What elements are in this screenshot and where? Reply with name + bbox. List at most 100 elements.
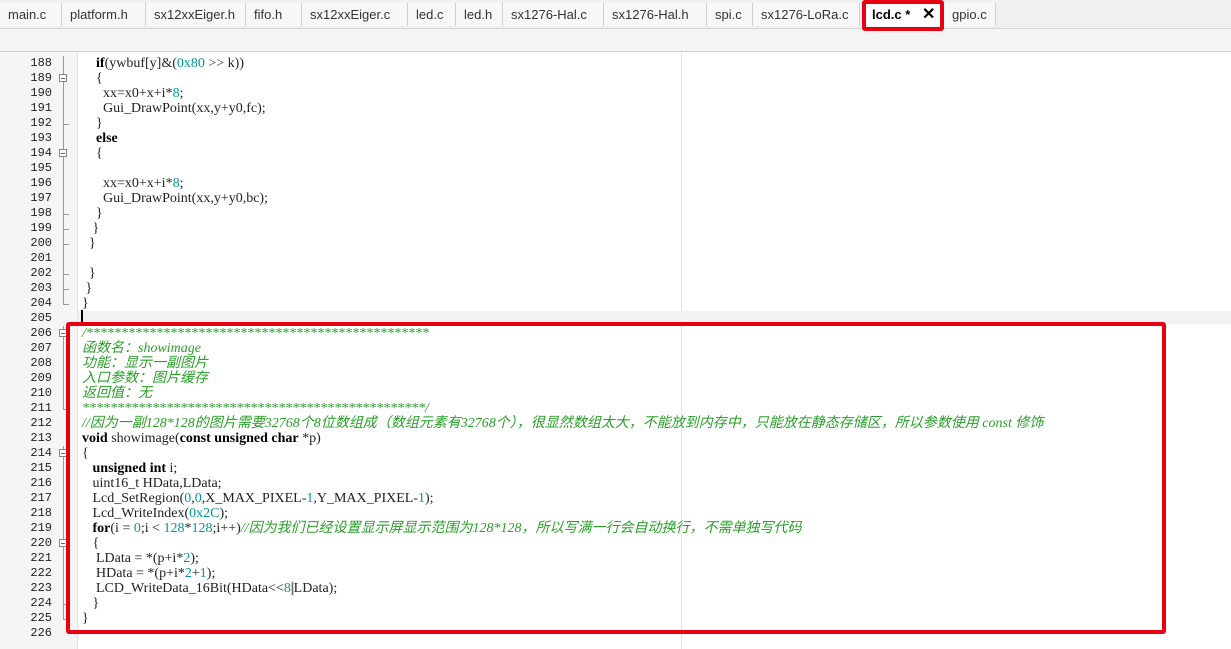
fold-toggle-icon[interactable]	[59, 149, 67, 157]
code-line[interactable]: Gui_DrawPoint(xx,y+y0,bc);	[82, 191, 268, 206]
tab-label: sx1276-Hal.h	[612, 7, 689, 22]
fold-toggle-icon[interactable]	[59, 539, 67, 547]
fold-toggle-icon[interactable]	[59, 329, 67, 337]
line-number: 189	[30, 71, 52, 85]
code-line[interactable]: }	[82, 116, 103, 131]
code-line[interactable]: if(ywbuf[y]&(0x80 >> k))	[82, 56, 244, 71]
tab-platform-h[interactable]: platform.h	[62, 3, 146, 26]
code-token: ;	[179, 86, 184, 101]
line-number: 201	[30, 251, 52, 265]
code-token: {	[82, 446, 89, 461]
code-line[interactable]: }	[82, 296, 89, 311]
tab-sx12xxeiger-h[interactable]: sx12xxEiger.h	[146, 3, 246, 26]
code-token: 1	[417, 491, 425, 506]
tab-led-h[interactable]: led.h	[456, 3, 503, 26]
code-line[interactable]: uint16_t HData,LData;	[82, 476, 222, 491]
fold-end-marker	[63, 229, 69, 230]
code-line[interactable]: {	[82, 146, 103, 161]
tab-spi-c[interactable]: spi.c	[707, 3, 753, 26]
code-token: 功能：显示一副图片	[82, 356, 208, 371]
code-token: +	[191, 566, 200, 581]
code-token: Lcd_WriteIndex(	[82, 506, 190, 521]
code-line[interactable]: unsigned int i;	[82, 461, 178, 476]
line-number: 215	[30, 461, 52, 475]
code-token: }	[82, 266, 96, 281]
fold-guide-line	[63, 446, 64, 619]
code-line[interactable]: xx=x0+x+i*8;	[82, 86, 183, 101]
code-line[interactable]: }	[82, 206, 103, 221]
code-token: 8	[283, 581, 291, 596]
code-line[interactable]: }	[82, 221, 100, 236]
code-line[interactable]: {	[82, 536, 100, 551]
fold-toggle-icon[interactable]	[59, 449, 67, 457]
code-token: *p)	[298, 431, 321, 446]
tab-label: lcd.c *	[872, 7, 911, 22]
line-number: 222	[30, 566, 52, 580]
code-line[interactable]: }	[82, 596, 100, 611]
tab-gpio-c[interactable]: gpio.c	[944, 3, 996, 26]
line-number: 194	[30, 146, 52, 160]
code-token: ,Y_MAX_PIXEL-	[313, 491, 418, 506]
code-line[interactable]: LCD_WriteData_16Bit(HData<<8|LData);	[82, 581, 337, 596]
code-line[interactable]: Lcd_WriteIndex(0x2C);	[82, 506, 229, 521]
code-line[interactable]: else	[82, 131, 118, 146]
code-line[interactable]: {	[82, 71, 103, 86]
code-token: ;i <	[140, 521, 164, 536]
code-token: }	[82, 236, 96, 251]
code-line[interactable]: }	[82, 236, 96, 251]
code-line[interactable]: ****************************************…	[82, 401, 429, 416]
code-line[interactable]: HData = *(p+i*2+1);	[82, 566, 215, 581]
fold-end-marker	[63, 274, 69, 275]
tab-label: fifo.h	[254, 7, 283, 22]
tab-sx12xxeiger-c[interactable]: sx12xxEiger.c	[302, 3, 408, 26]
code-line[interactable]: 返回值：无	[82, 386, 152, 401]
tab-label: sx1276-LoRa.c	[761, 7, 849, 22]
tab-fifo-h[interactable]: fifo.h	[246, 3, 302, 26]
code-token: Gui_DrawPoint(xx,y+y0,fc);	[82, 101, 266, 116]
code-line[interactable]: 函数名：showimage	[82, 341, 201, 356]
code-token: (ywbuf[y]&(	[104, 56, 177, 71]
tab-label: gpio.c	[952, 7, 987, 22]
tab-sx1276-lora-c[interactable]: sx1276-LoRa.c	[753, 3, 860, 26]
code-editor[interactable]: 188 189 190 191 192 193 194 195 196 197 198 199 200 2…	[0, 52, 1231, 649]
code-line[interactable]: for(i = 0;i < 128*128;i++)//因为我们已经设置显示屏显…	[82, 521, 802, 536]
line-number: 220	[30, 536, 52, 550]
tab-lcd-c[interactable]: lcd.c * ✕	[864, 3, 942, 26]
code-token: //因为我们已经设置显示屏显示范围为128*128，所以写满一行会自动换行，不需…	[240, 521, 802, 536]
line-number: 226	[30, 626, 52, 640]
code-token: LCD_WriteData_16Bit(HData<<	[82, 581, 284, 596]
code-line[interactable]: Lcd_SetRegion(0,0,X_MAX_PIXEL-1,Y_MAX_PI…	[82, 491, 434, 506]
line-number: 208	[30, 356, 52, 370]
fold-toggle-icon[interactable]	[59, 74, 67, 82]
line-number: 196	[30, 176, 52, 190]
tab-sx1276-hal-c[interactable]: sx1276-Hal.c	[503, 3, 604, 26]
code-line[interactable]: }	[82, 611, 89, 626]
editor-toolbar-strip	[0, 28, 1231, 52]
code-line[interactable]: //因为一副128*128的图片需要32768个8位数组成（数组元素有32768…	[82, 416, 1043, 431]
line-number: 212	[30, 416, 52, 430]
code-token: {	[82, 536, 100, 551]
tab-main-c[interactable]: main.c	[0, 3, 62, 26]
code-line[interactable]: 功能：显示一副图片	[82, 356, 208, 371]
code-token: i;	[166, 461, 178, 476]
line-number: 193	[30, 131, 52, 145]
close-tab-icon[interactable]: ✕	[922, 3, 935, 26]
tab-sx1276-hal-h[interactable]: sx1276-Hal.h	[604, 3, 707, 26]
tab-label: platform.h	[70, 7, 128, 22]
code-line[interactable]: /***************************************…	[82, 326, 429, 341]
code-line[interactable]: LData = *(p+i*2);	[82, 551, 199, 566]
code-line[interactable]: Gui_DrawPoint(xx,y+y0,fc);	[82, 101, 266, 116]
code-line[interactable]: }	[82, 266, 96, 281]
code-line[interactable]: 入口参数：图片缓存	[82, 371, 208, 386]
line-number-gutter: 188 189 190 191 192 193 194 195 196 197 198 199 200 2…	[0, 52, 78, 649]
code-token: Gui_DrawPoint(xx,y+y0,bc);	[82, 191, 268, 206]
code-line[interactable]: {	[82, 446, 89, 461]
code-line[interactable]: void showimage(const unsigned char *p)	[82, 431, 321, 446]
line-number: 218	[30, 506, 52, 520]
line-number: 199	[30, 221, 52, 235]
tab-led-c[interactable]: led.c	[408, 3, 456, 26]
code-line[interactable]: }	[82, 281, 93, 296]
fold-end-marker	[63, 409, 69, 410]
code-line[interactable]: xx=x0+x+i*8;	[82, 176, 183, 191]
